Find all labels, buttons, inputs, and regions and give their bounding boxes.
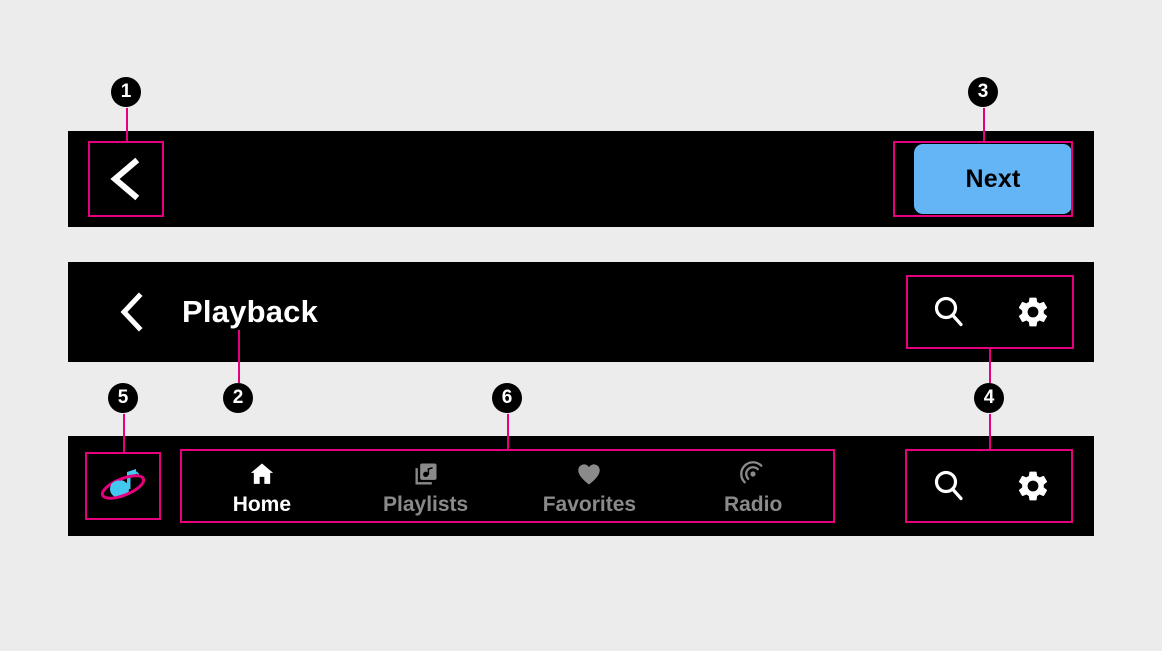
tab-playlists[interactable]: Playlists <box>344 449 508 523</box>
playback-header-bar: Playback <box>68 262 1094 362</box>
tab-home[interactable]: Home <box>180 449 344 523</box>
heart-icon <box>574 458 604 488</box>
gear-icon <box>1018 297 1048 327</box>
library-music-icon <box>411 458 441 488</box>
tab-label: Playlists <box>383 492 469 516</box>
brand-logo-button[interactable] <box>85 452 161 520</box>
broadcast-icon <box>738 458 768 488</box>
header-back-button[interactable] <box>108 288 156 336</box>
annotation-marker-2: 2 <box>223 383 253 413</box>
bottom-settings-button[interactable] <box>1005 458 1061 514</box>
gear-icon <box>1018 471 1048 501</box>
tab-label: Radio <box>723 492 783 516</box>
annotation-marker-1: 1 <box>111 77 141 107</box>
tab-favorites[interactable]: Favorites <box>508 449 672 523</box>
home-icon <box>247 458 277 488</box>
music-note-orbit-logo <box>100 469 146 500</box>
annotation-marker-5: 5 <box>108 383 138 413</box>
wizard-back-button[interactable] <box>88 141 164 217</box>
next-button-container: Next <box>913 143 1073 215</box>
header-settings-button[interactable] <box>1005 284 1061 340</box>
screenshot-canvas: Next Playback Home Playlists Favorites R… <box>0 0 1162 651</box>
page-title: Playback <box>182 294 319 329</box>
search-icon <box>934 296 963 327</box>
tab-radio[interactable]: Radio <box>671 449 835 523</box>
chevron-left-icon <box>120 292 143 332</box>
annotation-marker-6: 6 <box>492 383 522 413</box>
next-button[interactable]: Next <box>914 144 1072 214</box>
search-icon <box>934 470 963 501</box>
bottom-action-group <box>907 449 1075 523</box>
bottom-navigation-bar: Home Playlists Favorites Radio <box>68 436 1094 536</box>
wizard-toolbar: Next <box>68 131 1094 227</box>
header-search-button[interactable] <box>921 284 977 340</box>
header-action-group <box>907 275 1075 349</box>
bottom-search-button[interactable] <box>921 458 977 514</box>
tab-group: Home Playlists Favorites Radio <box>180 449 835 523</box>
chevron-left-icon <box>110 157 140 201</box>
tab-label: Home <box>232 492 292 516</box>
annotation-marker-4: 4 <box>974 383 1004 413</box>
annotation-marker-3: 3 <box>968 77 998 107</box>
tab-label: Favorites <box>542 492 637 516</box>
